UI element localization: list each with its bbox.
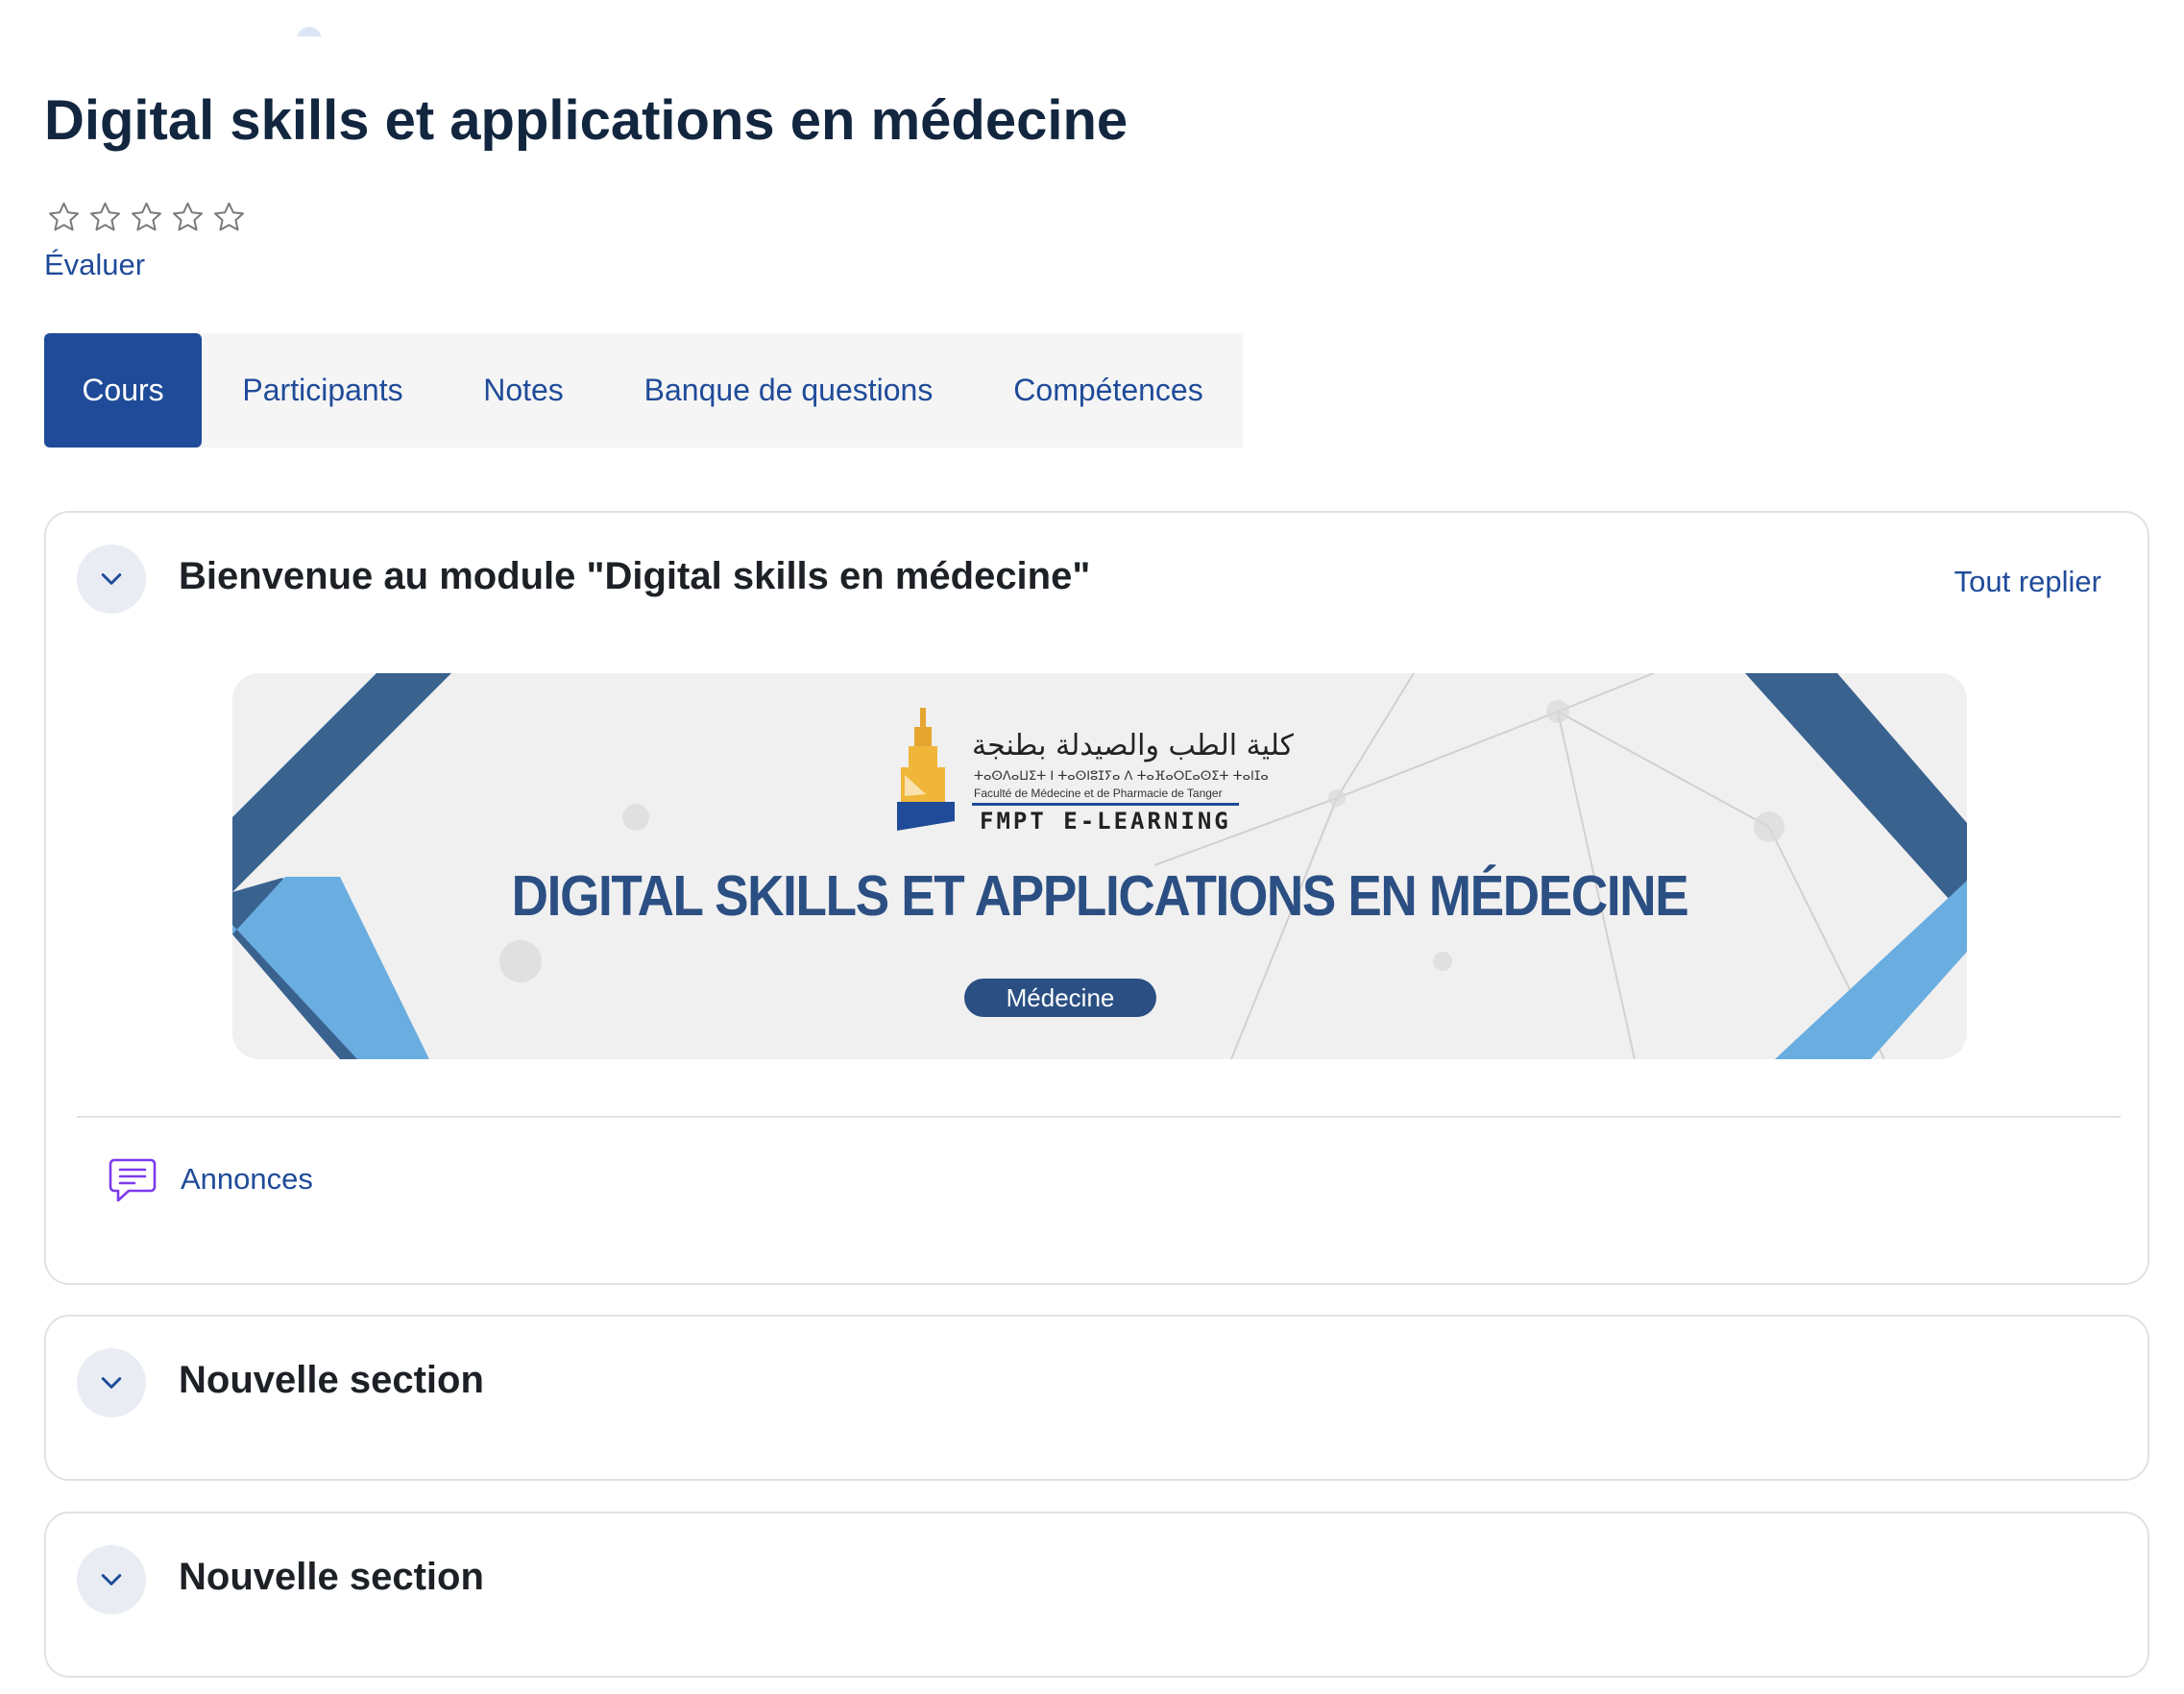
rating-stars[interactable] [46, 200, 247, 235]
tab-cours[interactable]: Cours [44, 333, 202, 448]
course-section-welcome: Bienvenue au module "Digital skills en m… [44, 511, 2149, 1285]
logo-french-text: Faculté de Médecine et de Pharmacie de T… [974, 786, 1223, 800]
star-icon[interactable] [170, 200, 206, 235]
collapse-toggle[interactable] [77, 1348, 146, 1417]
rate-link[interactable]: Évaluer [44, 248, 145, 282]
avatar-fragment [297, 27, 322, 36]
section-title: Nouvelle section [179, 1556, 484, 1598]
tab-question-bank[interactable]: Banque de questions [603, 333, 974, 448]
faculty-logo-mark [897, 708, 955, 831]
logo-underline [972, 803, 1239, 806]
section-title: Nouvelle section [179, 1359, 484, 1401]
activity-label: Annonces [181, 1162, 313, 1196]
forum-icon [109, 1158, 157, 1202]
collapse-toggle[interactable] [77, 544, 146, 614]
course-banner-image: كلية الطب والصيدلة بطنجة ⵜⴰⵙⴷⴰⵡⵉⵜ ⵏ ⵜⴰⵙⵏ… [232, 673, 1967, 1059]
logo-tifinagh-text: ⵜⴰⵙⴷⴰⵡⵉⵜ ⵏ ⵜⴰⵙⵏⵓⵊⵢⴰ ⴷ ⵜⴰⴼⴰⵔⵎⴰⵙⵉⵜ ⵜⴰⵏⵊⴰ [974, 769, 1269, 784]
course-section: Nouvelle section [44, 1315, 2149, 1481]
course-tabs: Cours Participants Notes Banque de quest… [44, 333, 1243, 448]
banner-title: DIGITAL SKILLS ET APPLICATIONS EN MÉDECI… [511, 864, 1689, 928]
section-title: Bienvenue au module "Digital skills en m… [179, 555, 1091, 597]
star-icon[interactable] [211, 200, 247, 235]
tab-competencies[interactable]: Compétences [974, 333, 1243, 448]
chevron-down-icon [101, 573, 122, 585]
tab-notes[interactable]: Notes [444, 333, 603, 448]
course-section: Nouvelle section [44, 1512, 2149, 1678]
chevron-down-icon [101, 1377, 122, 1389]
logo-arabic-text: كلية الطب والصيدلة بطنجة [972, 729, 1294, 762]
page-title: Digital skills et applications en médeci… [44, 89, 1128, 152]
tab-participants[interactable]: Participants [202, 333, 444, 448]
chevron-down-icon [101, 1574, 122, 1585]
star-icon[interactable] [46, 200, 82, 235]
banner-badge: Médecine [964, 979, 1156, 1017]
collapse-all-link[interactable]: Tout replier [1954, 565, 2101, 599]
collapse-toggle[interactable] [77, 1545, 146, 1614]
star-icon[interactable] [87, 200, 123, 235]
logo-brand-text: FMPT E-LEARNING [980, 808, 1231, 835]
section-divider [77, 1116, 2121, 1118]
star-icon[interactable] [129, 200, 164, 235]
activity-announcements[interactable]: Annonces [106, 1152, 313, 1206]
